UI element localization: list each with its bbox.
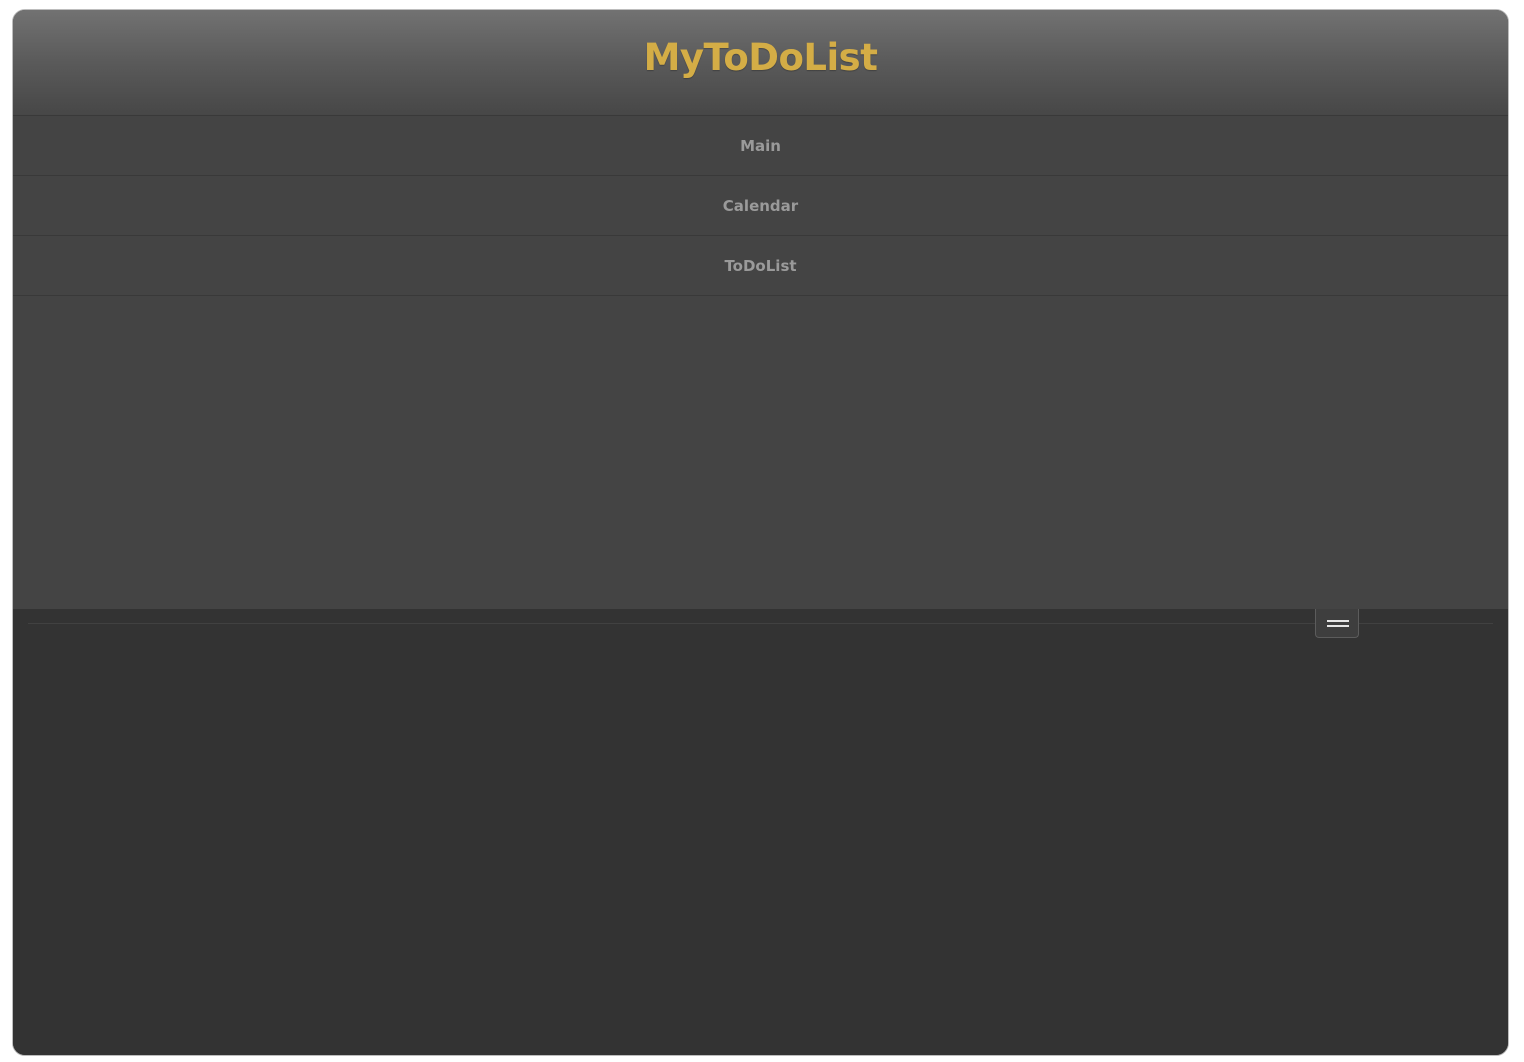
nav-list: Main Calendar ToDoList (13, 115, 1508, 296)
nav-panel: Main Calendar ToDoList (13, 115, 1508, 609)
content-area (13, 609, 1508, 1055)
divider-line (28, 623, 1493, 624)
menu-toggle-button[interactable] (1315, 609, 1359, 638)
app-header: MyToDoList (13, 10, 1508, 115)
nav-item-main[interactable]: Main (13, 116, 1508, 176)
nav-item-todolist[interactable]: ToDoList (13, 236, 1508, 296)
nav-item-calendar[interactable]: Calendar (13, 176, 1508, 236)
nav-item-label: ToDoList (724, 256, 797, 275)
nav-item-label: Main (740, 136, 781, 155)
app-window: MyToDoList Main Calendar ToDoList (12, 9, 1509, 1056)
app-title: MyToDoList (643, 36, 878, 79)
nav-item-label: Calendar (722, 196, 799, 215)
